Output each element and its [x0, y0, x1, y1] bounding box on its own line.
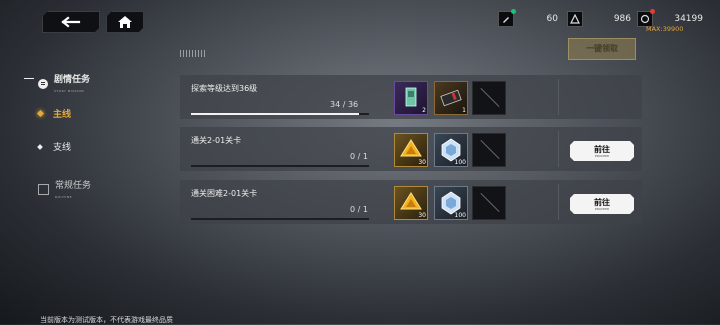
routine-section-label: 常规任务 — [55, 181, 92, 191]
task-progress-text: 34 / 36 — [330, 100, 359, 109]
active-diamond-icon — [36, 109, 45, 118]
reward-count: 2 — [422, 107, 426, 114]
reward-empty-slot — [472, 133, 506, 167]
sidebar-item-side-label: 支线 — [53, 143, 72, 153]
reward-ticket[interactable]: 1 — [434, 81, 468, 115]
sidebar-section-routine[interactable]: 常规任务 ROUTINE — [38, 178, 91, 201]
currency-max-label: MAX:39900 — [646, 25, 684, 33]
list-header-marker — [180, 50, 206, 57]
story-section-label: 剧情任务 — [54, 75, 91, 85]
reward-count: 100 — [454, 212, 466, 219]
reward-count: 100 — [454, 159, 466, 166]
claim-all-button[interactable]: 一键领取 — [568, 38, 636, 60]
resource-energy: 60 — [498, 9, 558, 28]
sidebar-section-story[interactable]: 剧情任务 STORY MISSION — [38, 72, 90, 95]
energy-pencil-icon — [498, 9, 516, 27]
currency-value: 34199 — [674, 14, 703, 24]
proceed-button[interactable]: 前往 PROCEED — [570, 194, 634, 214]
home-button[interactable] — [106, 11, 144, 33]
row-divider — [558, 79, 559, 115]
back-button[interactable] — [42, 11, 100, 33]
reward-gold-gem[interactable]: 30 — [394, 186, 428, 220]
reward-empty-slot — [472, 81, 506, 115]
task-progress-text: 0 / 1 — [350, 152, 368, 161]
task-row: 通关困难2-01关卡 0 / 1 30 100 前往 PROCEED — [180, 180, 642, 224]
task-row: 通关2-01关卡 0 / 1 30 100 前往 PROCEED — [180, 127, 642, 171]
task-progress-bar — [191, 113, 369, 115]
home-icon — [107, 12, 143, 32]
task-title: 探索等级达到36级 — [191, 84, 258, 93]
proceed-sub-label: PROCEED — [594, 207, 610, 211]
back-arrow-icon — [43, 12, 99, 32]
energy-value: 60 — [546, 14, 558, 24]
row-divider — [558, 131, 559, 167]
reward-blue-crystal[interactable]: 100 — [434, 186, 468, 220]
sidebar-item-side[interactable]: 支线 — [37, 140, 72, 153]
reward-empty-slot — [472, 186, 506, 220]
proceed-sub-label: PROCEED — [594, 154, 610, 158]
proceed-button[interactable]: 前往 PROCEED — [570, 141, 634, 161]
sidebar-dash — [24, 78, 34, 79]
reward-count: 30 — [418, 159, 426, 166]
token-value: 986 — [613, 14, 631, 24]
task-progress-bar — [191, 218, 369, 220]
reward-count: 30 — [418, 212, 426, 219]
reward-blue-crystal[interactable]: 100 — [434, 133, 468, 167]
reward-gold-gem[interactable]: 30 — [394, 133, 428, 167]
row-divider — [558, 184, 559, 220]
triangle-token-icon — [567, 11, 583, 27]
sidebar-item-main[interactable]: 主线 — [36, 107, 72, 120]
task-title: 通关困难2-01关卡 — [191, 189, 258, 198]
reward-count: 1 — [462, 107, 466, 114]
story-list-icon — [38, 78, 48, 89]
task-title: 通关2-01关卡 — [191, 136, 242, 145]
reward-card[interactable]: 2 — [394, 81, 428, 115]
task-progress-text: 0 / 1 — [350, 205, 368, 214]
routine-section-sub: ROUTINE — [55, 195, 72, 199]
task-row: 探索等级达到36级 34 / 36 2 1 — [180, 75, 642, 119]
story-section-sub: STORY MISSION — [54, 89, 85, 93]
claim-all-label: 一键领取 — [586, 44, 618, 53]
routine-list-icon — [38, 184, 49, 195]
task-progress-bar — [191, 165, 369, 167]
diamond-icon — [37, 143, 43, 150]
resource-token: 986 — [567, 10, 631, 28]
sidebar-item-main-label: 主线 — [53, 110, 72, 120]
